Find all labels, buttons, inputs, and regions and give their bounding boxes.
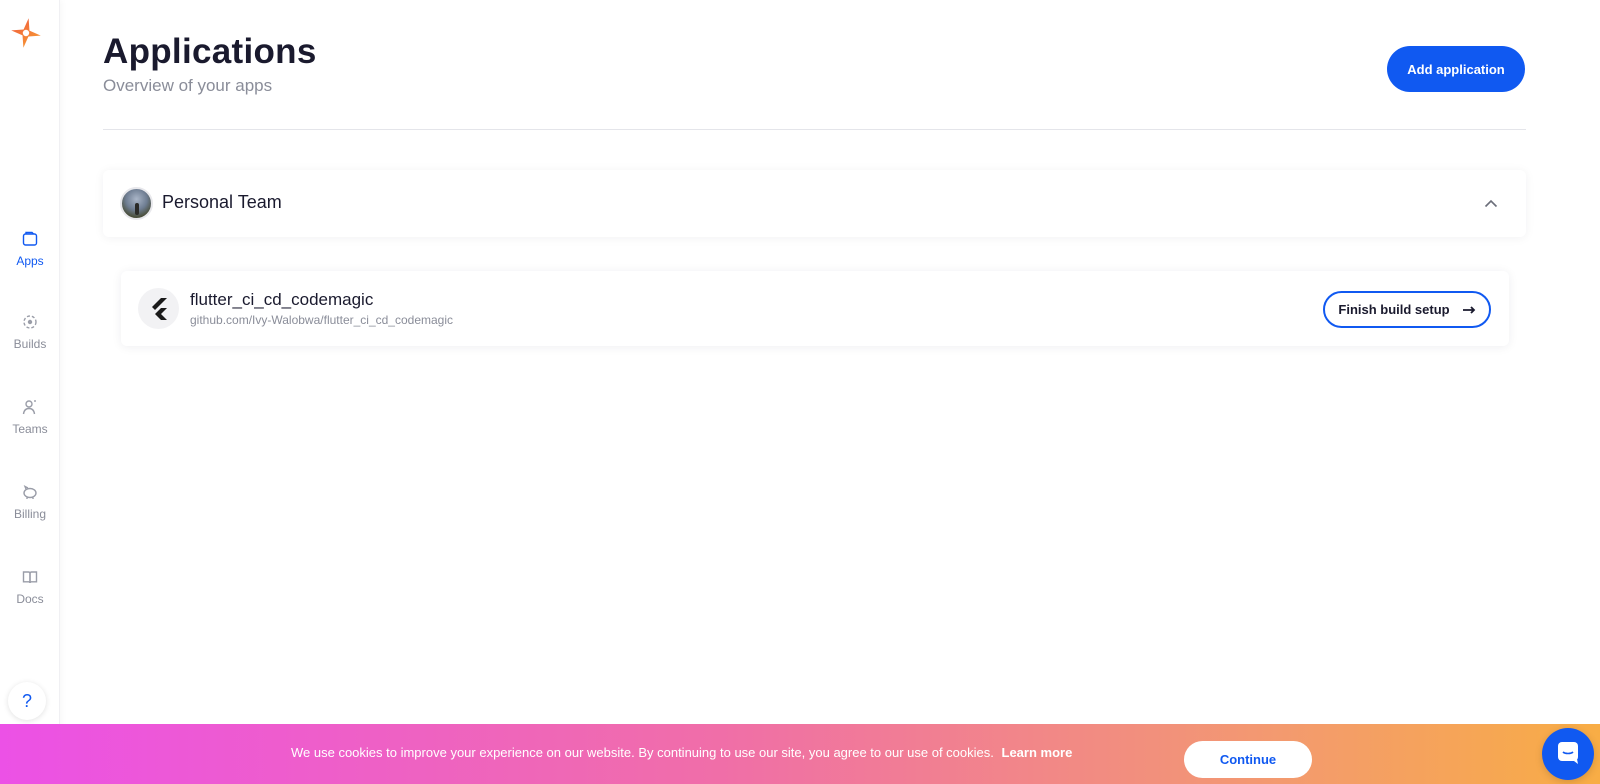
user-icon <box>20 397 40 417</box>
header-divider <box>103 129 1526 130</box>
sidebar-item-label: Teams <box>12 422 48 436</box>
page-title: Applications <box>103 32 317 71</box>
chevron-up-icon[interactable] <box>1482 194 1500 212</box>
cookie-message: We use cookies to improve your experienc… <box>291 745 1072 760</box>
sidebar-item-label: Builds <box>13 337 47 351</box>
sidebar-item-label: Billing <box>13 507 46 521</box>
cookie-banner: We use cookies to improve your experienc… <box>0 724 1600 784</box>
team-card: Personal Team <box>103 170 1526 237</box>
chat-icon <box>1555 739 1581 770</box>
page-subtitle: Overview of your apps <box>103 76 273 95</box>
builds-icon <box>20 312 40 332</box>
sidebar-item-billing[interactable]: Billing <box>0 482 60 542</box>
sidebar-item-builds[interactable]: Builds <box>0 312 60 372</box>
codemagic-logo[interactable] <box>10 17 42 49</box>
sidebar-item-docs[interactable]: Docs <box>0 567 60 627</box>
piggy-bank-icon <box>20 482 40 502</box>
app-name[interactable]: flutter_ci_cd_codemagic <box>190 290 373 310</box>
team-name: Personal Team <box>162 192 282 212</box>
help-button[interactable]: ? <box>8 682 46 720</box>
sidebar: Apps Builds Teams Billing Docs ? <box>0 0 60 784</box>
app-repository: github.com/Ivy-Walobwa/flutter_ci_cd_cod… <box>190 313 454 327</box>
question-icon: ? <box>21 690 32 711</box>
add-application-button[interactable]: Add application <box>1387 46 1525 92</box>
continue-button[interactable]: Continue <box>1184 741 1312 778</box>
sidebar-item-label: Apps <box>16 254 44 268</box>
arrow-right-icon <box>1462 305 1476 315</box>
team-avatar <box>120 187 153 220</box>
finish-build-setup-label: Finish build setup <box>1338 302 1450 317</box>
sidebar-item-label: Docs <box>16 592 44 606</box>
book-icon <box>20 567 40 587</box>
flutter-icon <box>138 288 179 329</box>
sidebar-item-teams[interactable]: Teams <box>0 397 60 457</box>
folder-icon <box>20 229 40 249</box>
chat-launcher-button[interactable] <box>1542 728 1594 780</box>
learn-more-link[interactable]: Learn more <box>1002 745 1073 760</box>
app-card[interactable]: flutter_ci_cd_codemagic github.com/Ivy-W… <box>121 271 1509 346</box>
finish-build-setup-button[interactable]: Finish build setup <box>1323 291 1491 328</box>
sidebar-item-apps[interactable]: Apps <box>0 229 60 289</box>
cookie-message-text: We use cookies to improve your experienc… <box>291 745 994 760</box>
